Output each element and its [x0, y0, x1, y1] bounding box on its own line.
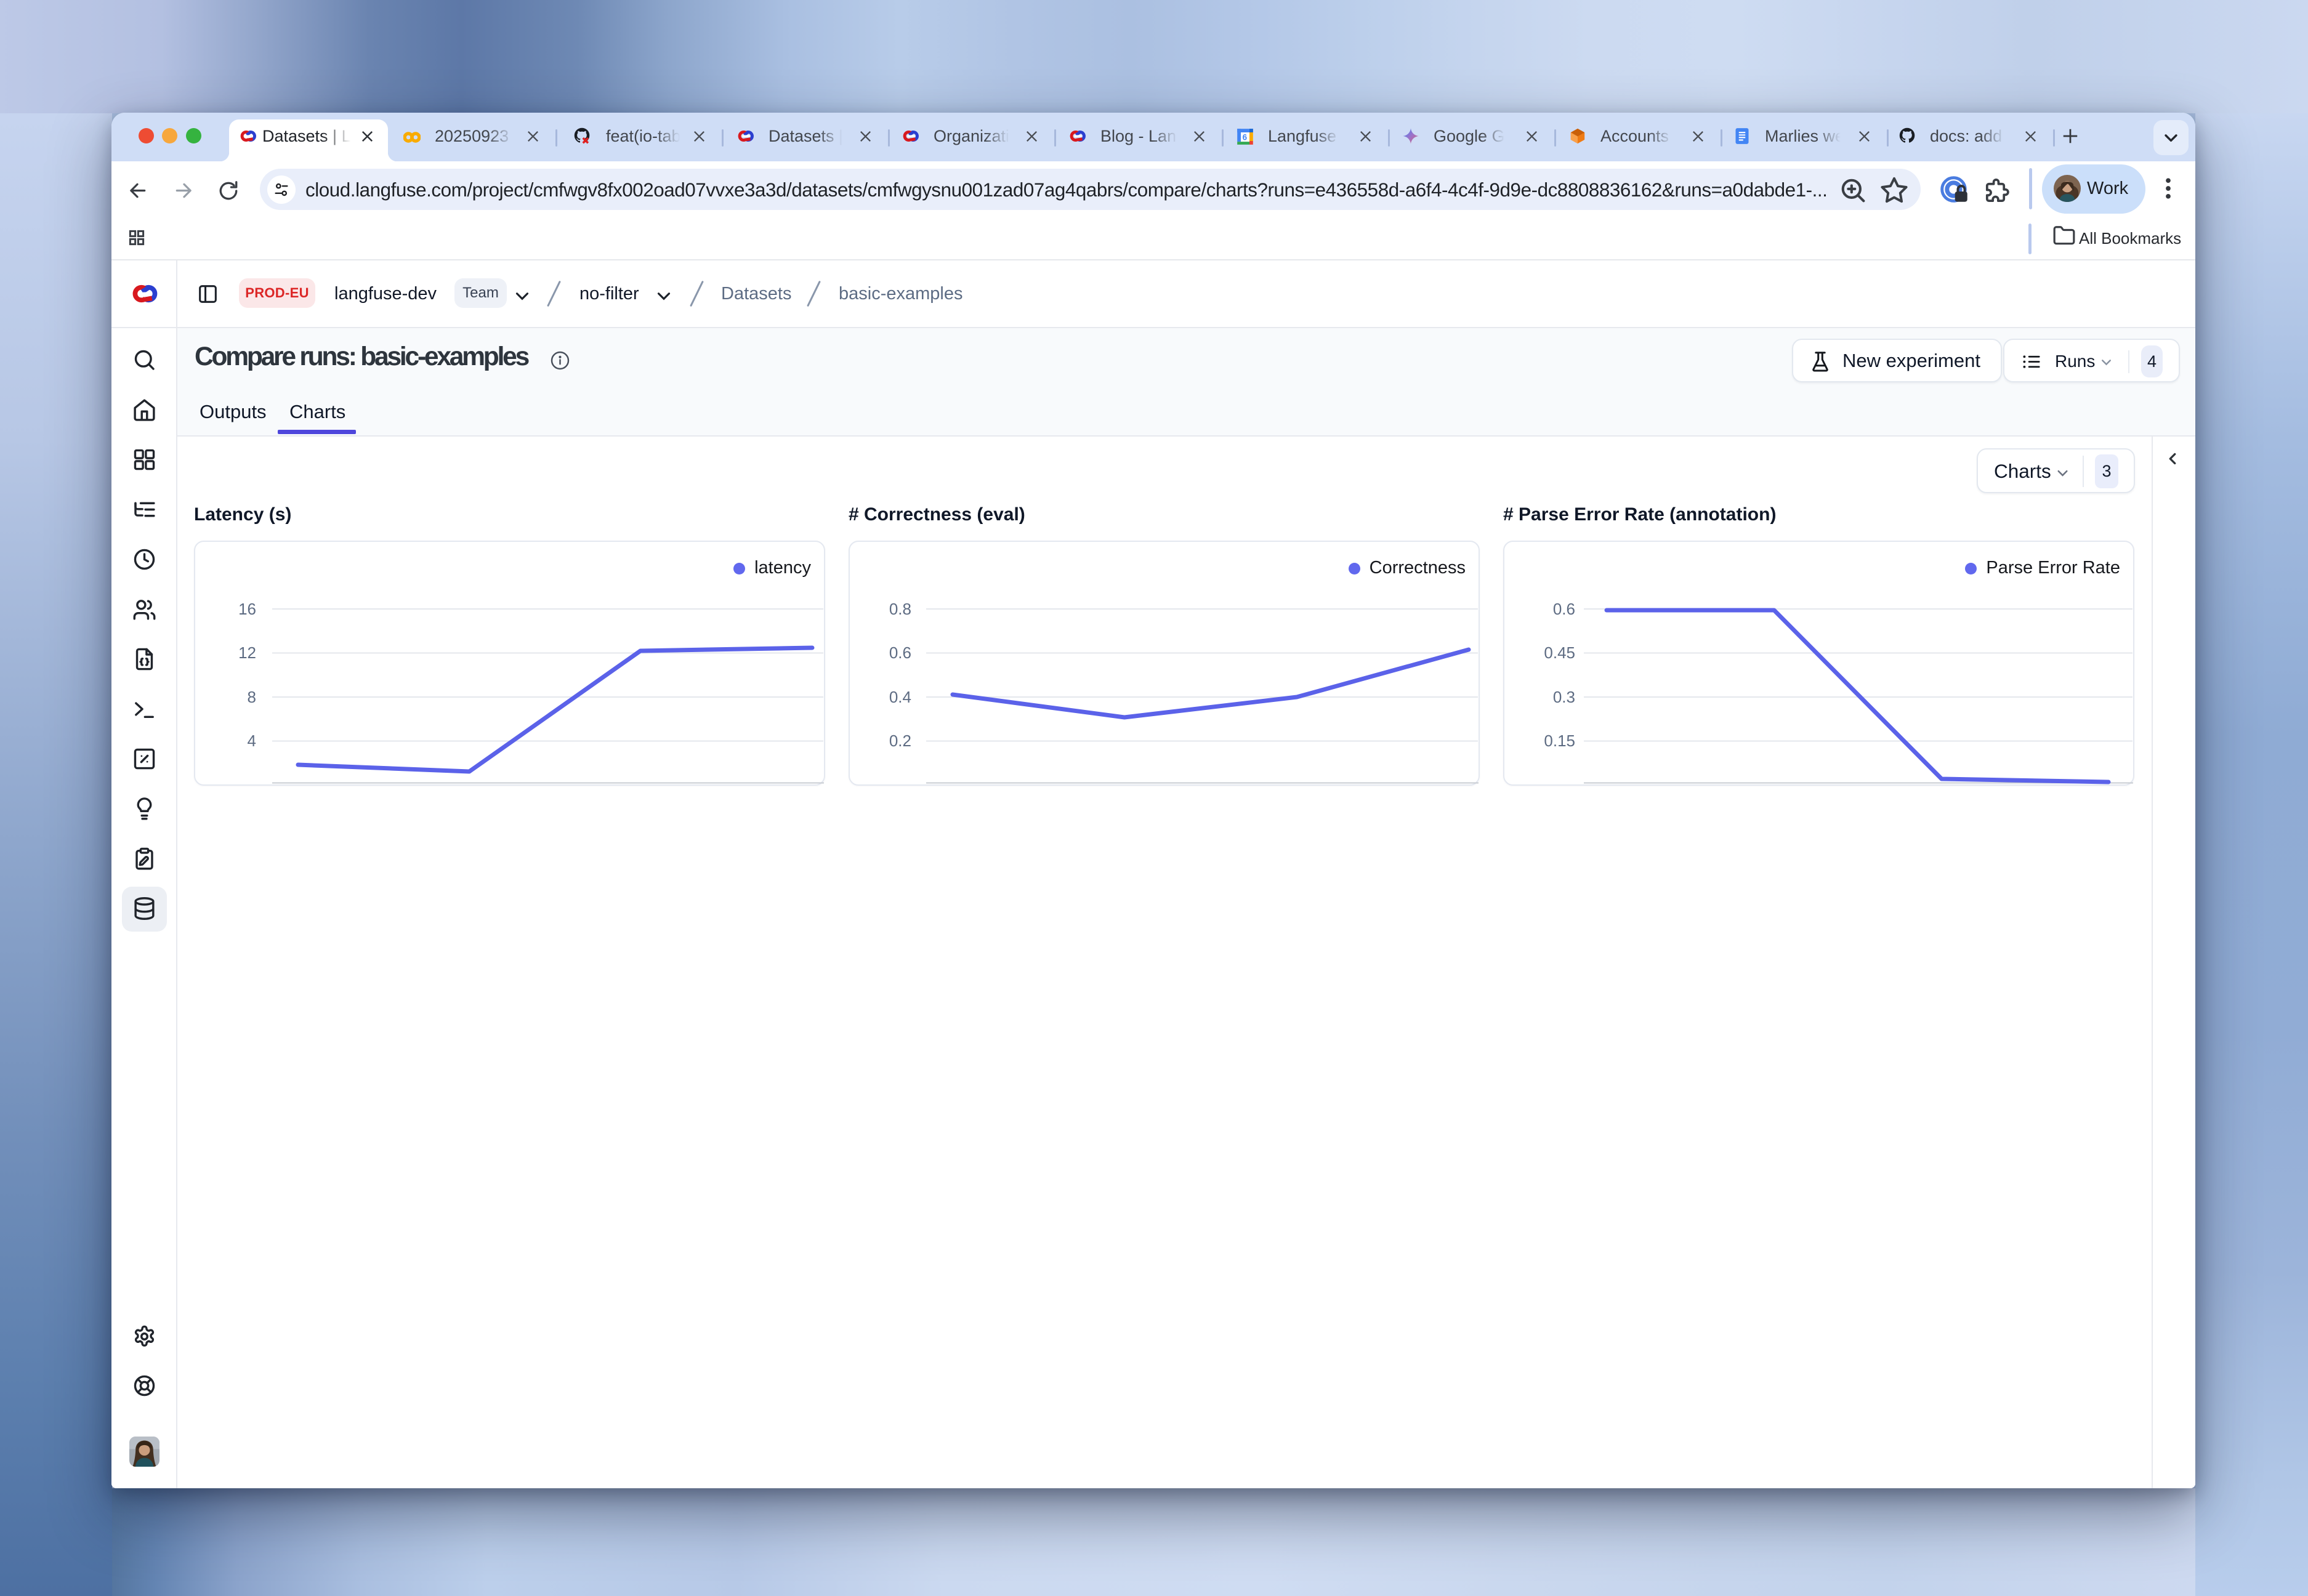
svg-text:6: 6	[1243, 132, 1247, 142]
